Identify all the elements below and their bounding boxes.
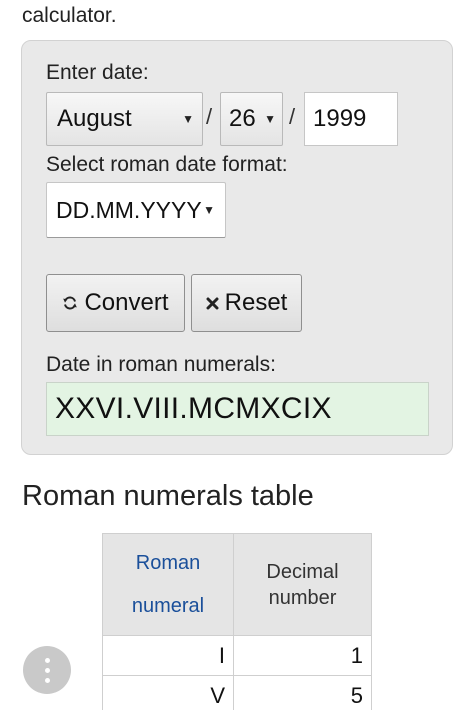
caret-down-icon: ▼ bbox=[182, 112, 194, 126]
table-header-row: Roman numeral Decimal number bbox=[102, 533, 372, 636]
converter-panel: Enter date: August ▼ / 26 ▼ / 1999 Selec… bbox=[21, 40, 453, 455]
intro-text: calculator. bbox=[22, 4, 117, 27]
header-line: numeral bbox=[131, 594, 205, 617]
decimal-number-header: Decimal number bbox=[233, 533, 372, 636]
decimal-cell: 5 bbox=[233, 675, 372, 710]
day-select[interactable]: 26 ▼ bbox=[220, 92, 283, 146]
refresh-icon bbox=[62, 295, 78, 311]
month-value: August bbox=[57, 105, 132, 132]
dot bbox=[44, 657, 50, 663]
decimal-cell: 1 bbox=[233, 635, 372, 676]
date-separator: / bbox=[206, 104, 213, 129]
roman-numeral-header[interactable]: Roman numeral bbox=[102, 533, 234, 636]
result-label: Date in roman numerals: bbox=[46, 353, 276, 376]
table-row: I 1 bbox=[102, 635, 372, 676]
convert-label: Convert bbox=[84, 289, 169, 316]
reset-label: Reset bbox=[224, 289, 288, 316]
roman-table-heading: Roman numerals table bbox=[22, 480, 314, 512]
dot bbox=[44, 677, 50, 683]
caret-down-icon: ▼ bbox=[203, 203, 215, 217]
format-value: DD.MM.YYYY bbox=[56, 196, 202, 223]
day-value: 26 bbox=[229, 105, 256, 132]
header-line: Roman bbox=[135, 551, 201, 574]
result-output: XXVI.VIII.MCMXCIX bbox=[46, 382, 429, 436]
date-separator: / bbox=[289, 104, 296, 129]
dot bbox=[44, 667, 50, 673]
year-input[interactable]: 1999 bbox=[304, 92, 398, 146]
roman-cell: I bbox=[102, 635, 234, 676]
reset-button[interactable]: Reset bbox=[191, 274, 302, 332]
roman-numerals-table: Roman numeral Decimal number I 1 V 5 bbox=[102, 533, 372, 710]
month-select[interactable]: August ▼ bbox=[46, 92, 203, 146]
enter-date-label: Enter date: bbox=[46, 61, 149, 84]
caret-down-icon: ▼ bbox=[264, 112, 276, 126]
close-icon bbox=[206, 297, 219, 310]
header-line: Decimal bbox=[266, 560, 339, 583]
convert-button[interactable]: Convert bbox=[46, 274, 185, 332]
roman-cell: V bbox=[102, 675, 234, 710]
header-line: number bbox=[268, 586, 337, 609]
format-label: Select roman date format: bbox=[46, 153, 288, 176]
table-row: V 5 bbox=[102, 675, 372, 710]
format-select[interactable]: DD.MM.YYYY ▼ bbox=[46, 182, 226, 238]
more-vertical-icon[interactable] bbox=[23, 646, 71, 694]
